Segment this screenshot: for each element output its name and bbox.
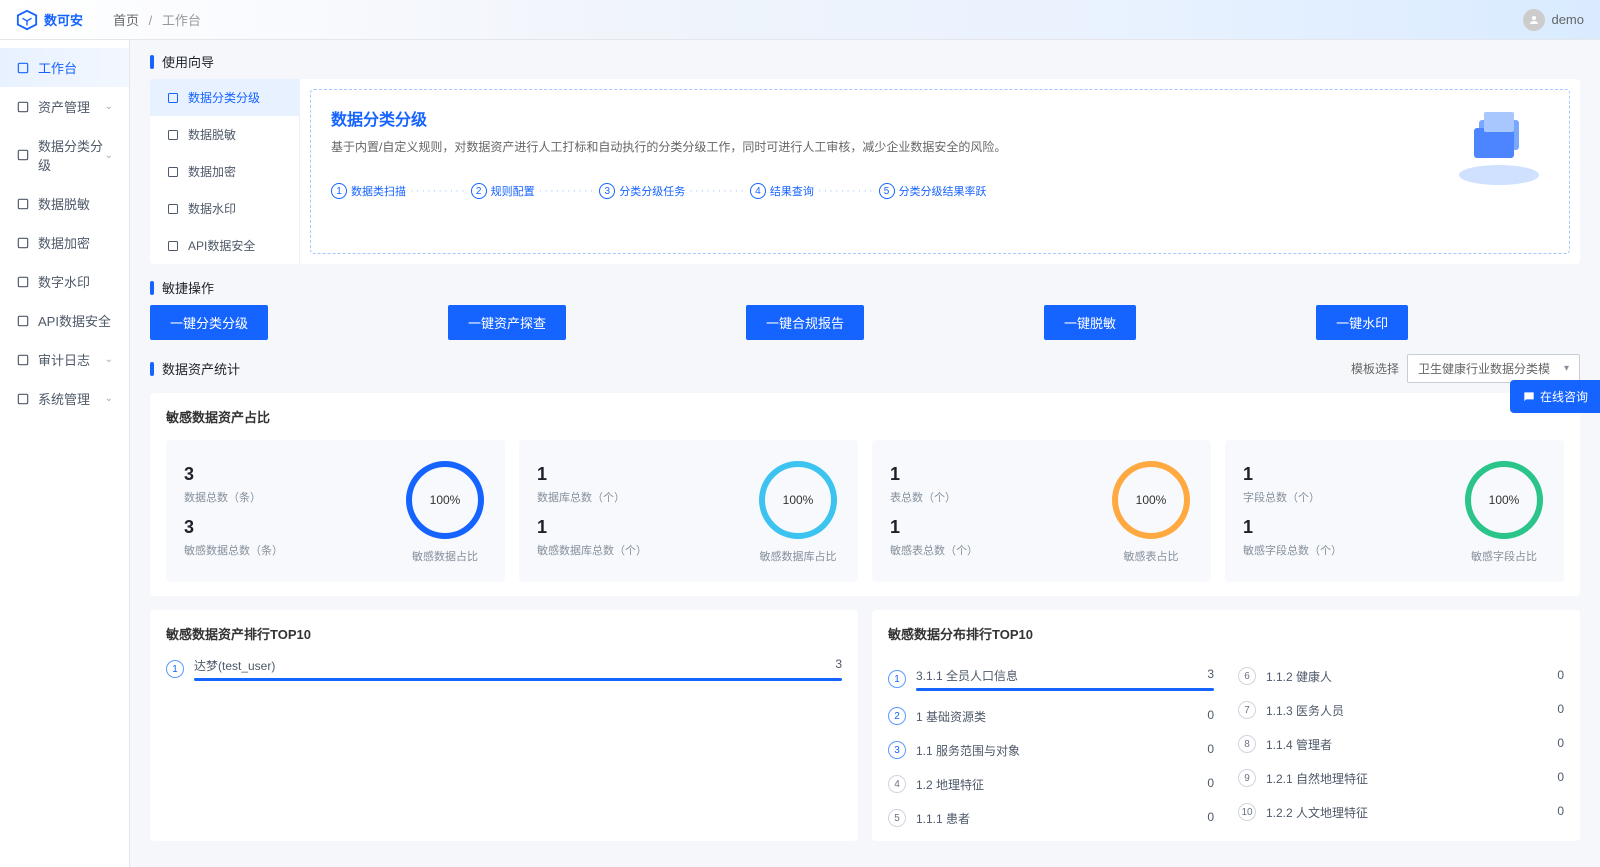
sidebar: 工作台资产管理⌄数据分类分级⌄数据脱敏数据加密数字水印API数据安全审计日志⌄系… — [0, 40, 130, 867]
top-assets-panel: 敏感数据资产排行TOP10 1达梦(test_user)3 — [150, 610, 858, 841]
sidebar-item-4[interactable]: 数据加密 — [0, 223, 129, 262]
rank-row: 21 基础资源类0 — [888, 707, 1214, 725]
chat-icon — [1522, 390, 1536, 404]
guide-step-5[interactable]: 5分类分级结果率跃 — [879, 183, 987, 199]
rank-row: 81.1.4 管理者0 — [1238, 735, 1564, 753]
guide-desc: 基于内置/自定义规则，对数据资产进行人工打标和自动执行的分类分级工作，同时可进行… — [331, 138, 1549, 155]
breadcrumb-home[interactable]: 首页 — [113, 13, 139, 28]
guide-step-4[interactable]: 4结果查询 — [750, 183, 814, 199]
ratio-panel: 敏感数据资产占比 3数据总数（条）3敏感数据总数（条）100%敏感数据占比1数据… — [150, 393, 1580, 596]
guide-item-1[interactable]: 数据脱敏 — [150, 116, 299, 153]
stat-card-2: 1表总数（个）1敏感表总数（个）100%敏感表占比 — [872, 440, 1211, 582]
top-bar: 数可安 首页 / 工作台 demo — [0, 0, 1600, 40]
top-dist-panel: 敏感数据分布排行TOP10 13.1.1 全员人口信息3 21 基础资源类0 31.… — [872, 610, 1580, 841]
sidebar-item-8[interactable]: 系统管理⌄ — [0, 379, 129, 418]
guide-step-1[interactable]: 1数据类扫描 — [331, 183, 406, 199]
quick-btn-0[interactable]: 一键分类分级 — [150, 305, 268, 340]
ratio-title: 敏感数据资产占比 — [166, 407, 1564, 426]
dashboard-icon — [16, 61, 30, 75]
rank-row: 31.1 服务范围与对象0 — [888, 741, 1214, 759]
chevron-down-icon: ⌄ — [105, 150, 113, 161]
avatar-icon — [1523, 9, 1545, 31]
guide-icon — [166, 91, 180, 105]
quick-btn-2[interactable]: 一键合规报告 — [746, 305, 864, 340]
guide-item-2[interactable]: 数据加密 — [150, 153, 299, 190]
stats-title: 数据资产统计 — [162, 359, 240, 378]
breadcrumb-current: 工作台 — [162, 13, 201, 28]
sidebar-item-2[interactable]: 数据分类分级⌄ — [0, 126, 129, 184]
top-dist-title: 敏感数据分布排行TOP10 — [888, 624, 1564, 643]
guide-menu: 数据分类分级数据脱敏数据加密数据水印API数据安全 — [150, 79, 300, 264]
guide-heading: 数据分类分级 — [331, 106, 1549, 130]
quick-btn-1[interactable]: 一键资产探查 — [448, 305, 566, 340]
mask-icon — [16, 197, 30, 211]
guide-icon — [166, 202, 180, 216]
stat-card-1: 1数据库总数（个）1敏感数据库总数（个）100%敏感数据库占比 — [519, 440, 858, 582]
guide-icon — [166, 128, 180, 142]
ring-chart: 100% — [1109, 458, 1193, 542]
rank-row: 71.1.3 医务人员0 — [1238, 701, 1564, 719]
guide-body: 数据分类分级 基于内置/自定义规则，对数据资产进行人工打标和自动执行的分类分级工… — [310, 89, 1570, 254]
rank-row: 51.1.1 患者0 — [888, 809, 1214, 827]
sidebar-item-7[interactable]: 审计日志⌄ — [0, 340, 129, 379]
stats-section: 数据资产统计 模板选择 卫生健康行业数据分类模 ▾ 敏感数据资产占比 3数据总数… — [150, 354, 1580, 841]
app-logo[interactable]: 数可安 — [16, 9, 83, 31]
main-content: 使用向导 数据分类分级数据脱敏数据加密数据水印API数据安全 数据分类分级 基于… — [130, 40, 1600, 867]
consult-button[interactable]: 在线咨询 — [1510, 380, 1600, 413]
sidebar-item-5[interactable]: 数字水印 — [0, 262, 129, 301]
guide-item-4[interactable]: API数据安全 — [150, 227, 299, 264]
stat-card-0: 3数据总数（条）3敏感数据总数（条）100%敏感数据占比 — [166, 440, 505, 582]
template-select-group: 模板选择 卫生健康行业数据分类模 ▾ — [1351, 354, 1580, 383]
guide-icon — [166, 239, 180, 253]
ring-chart: 100% — [403, 458, 487, 542]
rank-row: 41.2 地理特征0 — [888, 775, 1214, 793]
sidebar-item-3[interactable]: 数据脱敏 — [0, 184, 129, 223]
guide-steps: 1数据类扫描··········2规则配置··········3分类分级任务··… — [331, 183, 1549, 199]
classify-icon — [16, 148, 30, 162]
settings-icon — [16, 392, 30, 406]
quick-title: 敏捷操作 — [162, 278, 214, 297]
guide-step-2[interactable]: 2规则配置 — [471, 183, 535, 199]
watermark-icon — [16, 275, 30, 289]
ring-chart: 100% — [756, 458, 840, 542]
user-menu[interactable]: demo — [1523, 9, 1584, 31]
template-select[interactable]: 卫生健康行业数据分类模 ▾ — [1407, 354, 1580, 383]
assets-icon — [16, 100, 30, 114]
rank-row: 1达梦(test_user)3 — [166, 657, 842, 681]
chevron-down-icon: ⌄ — [105, 354, 113, 365]
guide-section: 使用向导 数据分类分级数据脱敏数据加密数据水印API数据安全 数据分类分级 基于… — [150, 52, 1580, 264]
guide-item-0[interactable]: 数据分类分级 — [150, 79, 299, 116]
user-name: demo — [1551, 12, 1584, 27]
guide-title: 使用向导 — [162, 52, 214, 71]
logo-icon — [16, 9, 38, 31]
guide-item-3[interactable]: 数据水印 — [150, 190, 299, 227]
chevron-down-icon: ⌄ — [105, 393, 113, 404]
sidebar-item-1[interactable]: 资产管理⌄ — [0, 87, 129, 126]
chevron-down-icon: ▾ — [1564, 363, 1569, 374]
quick-btn-4[interactable]: 一键水印 — [1316, 305, 1408, 340]
rank-row: 13.1.1 全员人口信息3 — [888, 667, 1214, 691]
sidebar-item-0[interactable]: 工作台 — [0, 48, 129, 87]
guide-illustration-icon — [1449, 100, 1549, 190]
quick-section: 敏捷操作 一键分类分级 一键资产探查 一键合规报告 一键脱敏 一键水印 — [150, 278, 1580, 340]
encrypt-icon — [16, 236, 30, 250]
breadcrumb: 首页 / 工作台 — [113, 10, 1523, 29]
chevron-down-icon: ⌄ — [105, 101, 113, 112]
audit-icon — [16, 353, 30, 367]
ring-chart: 100% — [1462, 458, 1546, 542]
rank-row: 91.2.1 自然地理特征0 — [1238, 769, 1564, 787]
quick-actions: 一键分类分级 一键资产探查 一键合规报告 一键脱敏 一键水印 — [150, 305, 1580, 340]
guide-icon — [166, 165, 180, 179]
quick-btn-3[interactable]: 一键脱敏 — [1044, 305, 1136, 340]
api-icon — [16, 314, 30, 328]
app-name: 数可安 — [44, 10, 83, 29]
top-assets-title: 敏感数据资产排行TOP10 — [166, 624, 842, 643]
stat-card-3: 1字段总数（个）1敏感字段总数（个）100%敏感字段占比 — [1225, 440, 1564, 582]
rank-row: 101.2.2 人文地理特征0 — [1238, 803, 1564, 821]
guide-step-3[interactable]: 3分类分级任务 — [599, 183, 685, 199]
rank-row: 61.1.2 健康人0 — [1238, 667, 1564, 685]
template-label: 模板选择 — [1351, 360, 1399, 377]
sidebar-item-6[interactable]: API数据安全 — [0, 301, 129, 340]
